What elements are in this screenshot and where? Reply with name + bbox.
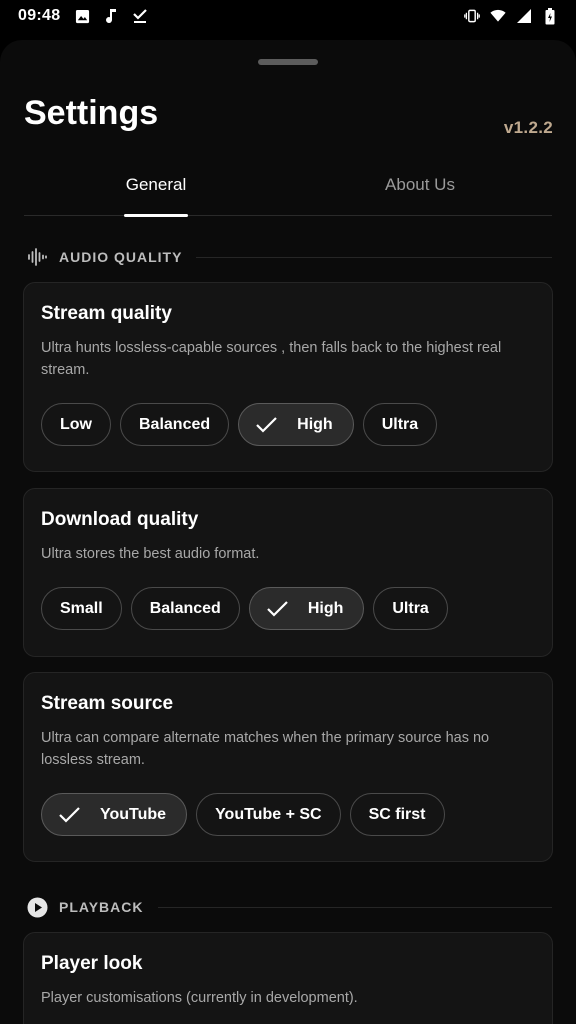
- waveform-icon: [26, 246, 48, 268]
- card-title: Download quality: [41, 509, 199, 530]
- download-done-icon: [132, 8, 148, 24]
- check-icon: [255, 414, 277, 436]
- card-description: Ultra stores the best audio format.: [41, 546, 260, 562]
- card-stream-quality: Stream quality Ultra hunts lossless-capa…: [23, 282, 553, 472]
- download-quality-options: Small Balanced High Ultra: [41, 587, 448, 630]
- chip-label: Balanced: [149, 599, 221, 617]
- chip-high-selected[interactable]: High: [238, 403, 354, 446]
- chip-label: Balanced: [139, 415, 211, 433]
- chip-balanced[interactable]: Balanced: [130, 587, 240, 630]
- vibrate-icon: [464, 8, 480, 24]
- chip-label: Small: [60, 599, 103, 617]
- chip-low[interactable]: Low: [41, 403, 111, 446]
- battery-icon: [542, 7, 558, 24]
- chip-ultra[interactable]: Ultra: [362, 403, 438, 446]
- check-icon: [58, 804, 80, 826]
- chip-ultra[interactable]: Ultra: [373, 587, 448, 630]
- section-label: PLAYBACK: [59, 899, 144, 915]
- version-label: v1.2.2: [503, 118, 553, 137]
- card-title: Stream quality: [41, 303, 172, 324]
- chip-sc-first[interactable]: SC first: [349, 793, 445, 836]
- chip-label: YouTube + SC: [215, 805, 322, 823]
- stream-quality-options: Low Balanced High Ultra: [41, 403, 438, 446]
- status-time: 09:48: [18, 7, 61, 24]
- stream-source-options: YouTube YouTube + SC SC first: [41, 793, 445, 836]
- chip-label: YouTube: [100, 805, 167, 823]
- card-title: Stream source: [41, 693, 174, 714]
- section-label: AUDIO QUALITY: [59, 249, 183, 265]
- drag-handle[interactable]: [258, 59, 318, 65]
- section-audio-quality: AUDIO QUALITY: [26, 246, 552, 268]
- card-description: Ultra can compare alternate matches when…: [41, 730, 490, 768]
- tab-indicator: [124, 214, 188, 217]
- chip-label: Low: [60, 415, 92, 433]
- image-icon: [74, 8, 90, 24]
- card-description: Player customisations (currently in deve…: [41, 990, 358, 1006]
- tab-bar: General About Us: [24, 165, 552, 217]
- chip-high-selected[interactable]: High: [248, 587, 365, 630]
- play-circle-icon: [26, 896, 48, 918]
- chip-youtube-sc[interactable]: YouTube + SC: [196, 793, 341, 836]
- chip-youtube-selected[interactable]: YouTube: [41, 793, 188, 836]
- card-stream-source: Stream source Ultra can compare alternat…: [23, 672, 553, 862]
- settings-sheet: Settings v1.2.2 General About Us AUDIO Q…: [0, 40, 576, 1024]
- chip-balanced[interactable]: Balanced: [120, 403, 230, 446]
- signal-icon: [516, 8, 532, 24]
- card-player-look[interactable]: Player look Player customisations (curre…: [23, 932, 553, 1024]
- check-icon: [266, 598, 288, 620]
- chip-label: SC first: [368, 805, 426, 823]
- status-bar: 09:48: [0, 0, 576, 32]
- chip-small[interactable]: Small: [41, 587, 122, 630]
- chip-label: High: [297, 415, 333, 433]
- tab-about-us-label: About Us: [385, 175, 455, 194]
- card-download-quality: Download quality Ultra stores the best a…: [23, 488, 553, 657]
- card-description: Ultra hunts lossless-capable sources , t…: [41, 340, 502, 378]
- section-divider: [196, 256, 552, 258]
- section-divider: [157, 906, 552, 908]
- chip-label: Ultra: [392, 599, 429, 617]
- chip-label: Ultra: [381, 415, 419, 433]
- tab-about-us[interactable]: About Us: [380, 175, 460, 216]
- page-title: Settings: [24, 94, 159, 132]
- tab-general-label: General: [125, 175, 187, 194]
- chip-label: High: [307, 599, 344, 617]
- section-playback: PLAYBACK: [26, 896, 552, 918]
- music-note-icon: [103, 8, 119, 24]
- card-title: Player look: [41, 953, 143, 974]
- wifi-icon: [490, 8, 506, 24]
- tab-general[interactable]: General: [124, 175, 188, 217]
